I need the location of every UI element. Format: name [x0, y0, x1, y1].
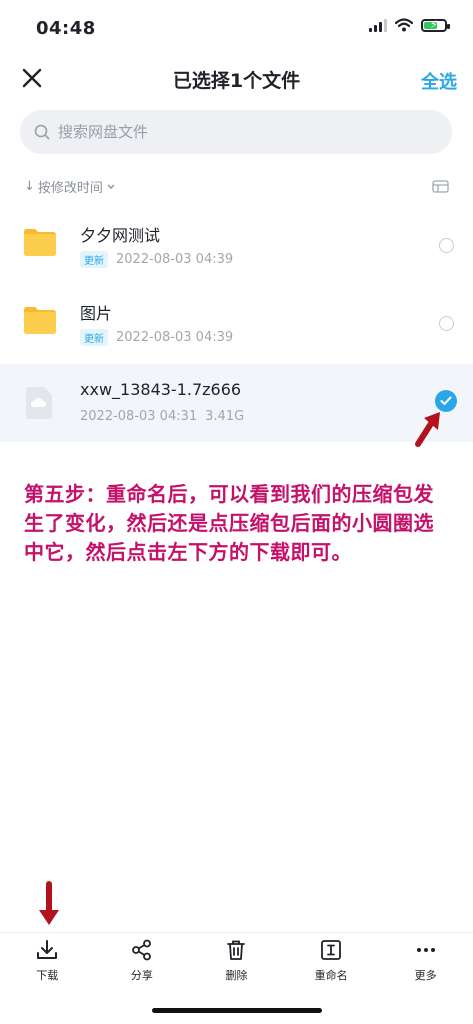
select-all-button[interactable]: 全选	[421, 68, 457, 94]
more-label: 更多	[414, 969, 437, 982]
folder-icon	[24, 229, 56, 256]
annotation-arrow-icon	[415, 412, 440, 447]
file-date: 2022-08-03 04:39	[116, 252, 234, 267]
annotation-text: 第五步：重命名后，可以看到我们的压缩包发生了变化，然后还是点压缩包后面的小圆圈选…	[24, 482, 434, 564]
more-button[interactable]: 更多	[386, 933, 466, 993]
select-radio[interactable]	[439, 316, 454, 331]
status-icons: ⚡	[369, 18, 450, 32]
rename-button[interactable]: 重命名	[291, 933, 371, 993]
battery-icon: ⚡	[421, 18, 450, 32]
wifi-icon	[395, 18, 413, 32]
file-name: 图片	[80, 304, 113, 323]
file-meta: 更新 2022-08-03 04:39	[80, 329, 233, 346]
search-icon	[34, 124, 50, 140]
bottom-toolbar: 下载 分享 删除 重命名 更多	[0, 932, 473, 993]
file-name: xxw_13843-1.7z666	[80, 380, 242, 399]
share-icon	[131, 939, 151, 961]
update-badge: 更新	[80, 251, 108, 268]
view-toggle-button[interactable]	[432, 178, 449, 197]
chevron-down-icon	[107, 184, 115, 189]
rename-icon	[321, 940, 341, 960]
page-title: 已选择1个文件	[172, 70, 301, 92]
check-icon	[440, 396, 452, 405]
search-input[interactable]	[56, 122, 360, 142]
signal-icon	[369, 18, 387, 32]
file-name: 夕夕网测试	[80, 226, 161, 245]
download-button[interactable]: 下载	[7, 933, 87, 993]
list-view-icon	[432, 180, 449, 193]
file-row[interactable]: 夕夕网测试 更新 2022-08-03 04:39	[0, 206, 473, 284]
share-label: 分享	[130, 969, 153, 982]
file-date: 2022-08-03 04:39	[116, 330, 234, 345]
file-row-selected[interactable]: xxw_13843-1.7z666 2022-08-03 04:31 3.41G	[0, 364, 473, 442]
rename-label: 重命名	[314, 969, 348, 982]
download-label: 下载	[36, 969, 59, 982]
share-button[interactable]: 分享	[102, 933, 182, 993]
trash-icon	[227, 940, 246, 960]
delete-label: 删除	[225, 969, 248, 982]
more-icon	[416, 948, 435, 952]
file-size: 3.41G	[205, 409, 245, 424]
delete-button[interactable]: 删除	[196, 933, 276, 993]
file-date: 2022-08-03 04:31	[80, 409, 198, 424]
folder-icon	[24, 307, 56, 334]
sort-label: 按修改时间	[37, 181, 103, 196]
sort-control[interactable]: ↓ 按修改时间	[24, 177, 116, 196]
archive-file-icon	[26, 387, 52, 419]
file-meta: 更新 2022-08-03 04:39	[80, 251, 233, 268]
file-meta: 2022-08-03 04:31 3.41G	[80, 409, 244, 424]
file-row[interactable]: 图片 更新 2022-08-03 04:39	[0, 284, 473, 362]
search-bar[interactable]	[20, 110, 452, 154]
annotation-arrow-down-icon	[39, 881, 59, 925]
download-icon	[37, 940, 58, 959]
update-badge: 更新	[80, 329, 108, 346]
status-time: 04:48	[36, 18, 96, 39]
select-radio[interactable]	[439, 238, 454, 253]
home-indicator[interactable]	[152, 1008, 322, 1013]
arrow-down-icon: ↓	[24, 179, 35, 194]
